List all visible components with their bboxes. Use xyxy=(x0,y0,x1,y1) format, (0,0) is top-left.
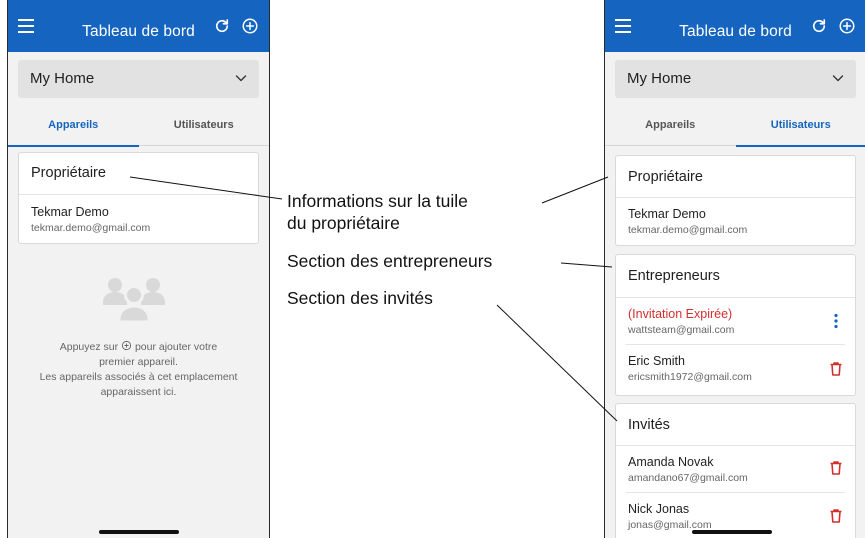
annotation-line: du propriétaire xyxy=(287,213,400,233)
callout-line xyxy=(560,262,613,268)
callout-line xyxy=(541,176,609,204)
stage: Tableau de bord My Home Appareils Utilis… xyxy=(0,0,865,538)
annotation-line: Informations sur la tuile xyxy=(287,191,468,211)
callout-line xyxy=(496,304,618,422)
callout-line xyxy=(129,176,283,200)
annotation-contractors: Section des entrepreneurs xyxy=(287,251,493,271)
annotation-guests: Section des invités xyxy=(287,288,433,308)
annotation-owner-tile: Informations sur la tuile du propriétair… xyxy=(287,190,468,234)
